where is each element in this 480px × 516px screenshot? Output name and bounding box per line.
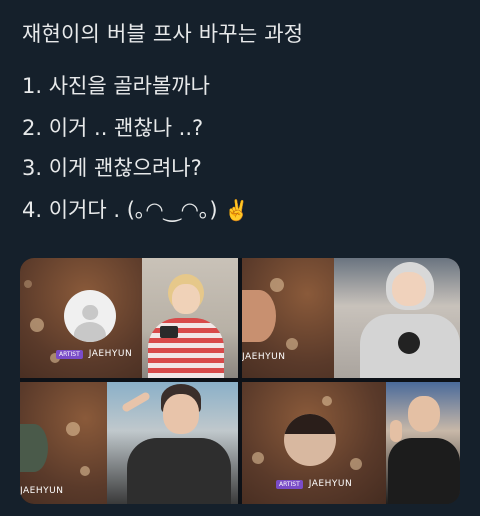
artist-badge: ARTIST <box>56 349 83 359</box>
media-image-1[interactable]: ARTIST JAEHYUN <box>20 258 238 378</box>
artist-name: JAEHYUN <box>308 479 353 489</box>
artist-name-row: JAEHYUN <box>242 352 285 362</box>
bokeh-light <box>80 466 90 476</box>
studio-photo <box>142 258 238 378</box>
bokeh-light <box>270 278 284 292</box>
artist-name-row: ARTIST JAEHYUN <box>56 349 132 359</box>
avatar-photo <box>20 424 48 472</box>
person-photo <box>148 274 225 378</box>
avatar-photo <box>284 414 336 466</box>
bokeh-light <box>24 280 32 288</box>
step-1-text: 1. 사진을 골라볼까나 <box>22 74 210 98</box>
avatar-placeholder <box>64 290 116 342</box>
media-image-3[interactable]: JAEHYUN <box>20 382 238 504</box>
avatar-photo <box>242 290 276 342</box>
artist-name: JAEHYUN <box>242 352 286 362</box>
bokeh-light <box>30 318 44 332</box>
victory-hand-emoji: ✌️ <box>224 198 250 222</box>
bokeh-light <box>252 452 264 464</box>
artist-name: JAEHYUN <box>20 486 64 496</box>
studio-photo <box>385 382 460 504</box>
bokeh-light <box>66 422 80 436</box>
studio-photo <box>107 382 238 504</box>
bokeh-light <box>350 458 362 470</box>
step-4-text: 4. 이거다 . (｡◠‿◠｡) <box>22 198 218 222</box>
artist-badge: ARTIST <box>276 479 303 489</box>
artist-name-row: ARTIST JAEHYUN <box>276 479 352 489</box>
media-image-2[interactable]: JAEHYUN <box>242 258 460 378</box>
bokeh-light <box>322 396 332 406</box>
bokeh-light <box>286 338 298 350</box>
step-3-text: 3. 이게 괜찮으려나? <box>22 156 202 180</box>
step-4-line: 4. 이거다 . (｡◠‿◠｡) ✌️ <box>22 194 249 224</box>
person-photo <box>354 262 460 378</box>
studio-photo <box>333 258 460 378</box>
media-image-4[interactable]: ARTIST JAEHYUN <box>242 382 460 504</box>
media-grid: ARTIST JAEHYUN JAEHYUN JAEHYUN ARTIST JA… <box>20 258 460 504</box>
step-2-text: 2. 이거 .. 괜찮나 ..? <box>22 116 204 140</box>
person-photo <box>387 396 460 504</box>
artist-name: JAEHYUN <box>88 349 133 359</box>
person-photo <box>121 384 232 504</box>
tweet-title: 재현이의 버블 프사 바꾸는 과정 <box>22 22 304 46</box>
artist-name-row: JAEHYUN <box>20 486 63 496</box>
